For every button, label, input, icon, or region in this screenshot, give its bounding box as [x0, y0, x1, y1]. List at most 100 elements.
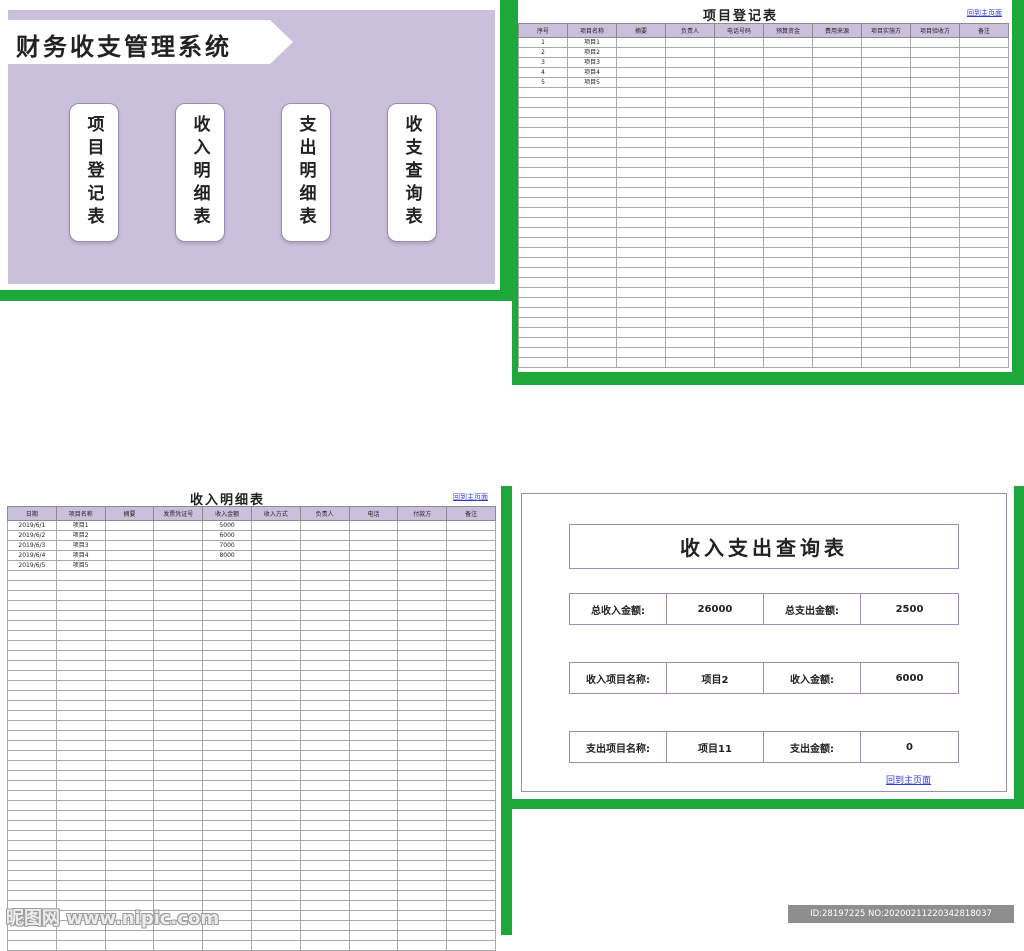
- table-cell[interactable]: [665, 347, 715, 358]
- table-cell[interactable]: [812, 297, 862, 308]
- table-cell[interactable]: [616, 307, 666, 318]
- table-cell[interactable]: [348, 770, 399, 781]
- table-cell[interactable]: [153, 940, 204, 951]
- table-cell[interactable]: [348, 760, 399, 771]
- table-cell[interactable]: [763, 177, 813, 188]
- table-cell[interactable]: [616, 317, 666, 328]
- table-cell[interactable]: [714, 97, 764, 108]
- table-cell[interactable]: [299, 600, 350, 611]
- table-cell[interactable]: [616, 217, 666, 228]
- table-cell[interactable]: 项目4: [55, 550, 106, 561]
- table-cell[interactable]: 项目5: [55, 560, 106, 571]
- table-cell[interactable]: [567, 157, 617, 168]
- table-cell[interactable]: [763, 317, 813, 328]
- table-cell[interactable]: [299, 650, 350, 661]
- table-cell[interactable]: 6000: [202, 530, 252, 541]
- table-cell[interactable]: [910, 207, 960, 218]
- table-cell[interactable]: [202, 710, 252, 721]
- table-cell[interactable]: [910, 337, 960, 348]
- table-cell[interactable]: 2019/6/1: [7, 520, 57, 531]
- table-cell[interactable]: [7, 610, 57, 621]
- table-cell[interactable]: [959, 117, 1009, 128]
- table-cell[interactable]: 2019/6/3: [7, 540, 57, 551]
- table-cell[interactable]: [665, 127, 715, 138]
- table-cell[interactable]: 项目3: [567, 57, 617, 68]
- table-cell[interactable]: [763, 347, 813, 358]
- table-cell[interactable]: 2019/6/4: [7, 550, 57, 561]
- table-cell[interactable]: [665, 317, 715, 328]
- table-cell[interactable]: [348, 670, 399, 681]
- table-cell[interactable]: [812, 327, 862, 338]
- table-cell[interactable]: [665, 187, 715, 198]
- table-cell[interactable]: [567, 217, 617, 228]
- table-cell[interactable]: [446, 770, 496, 781]
- table-cell[interactable]: [567, 107, 617, 118]
- table-cell[interactable]: [104, 720, 155, 731]
- table-cell[interactable]: [616, 127, 666, 138]
- table-cell[interactable]: [348, 910, 399, 921]
- table-cell[interactable]: [250, 580, 301, 591]
- table-cell[interactable]: [397, 920, 448, 931]
- table-cell[interactable]: [202, 750, 252, 761]
- table-cell[interactable]: [202, 780, 252, 791]
- table-cell[interactable]: [910, 357, 960, 368]
- table-cell[interactable]: [446, 890, 496, 901]
- table-cell[interactable]: [55, 790, 106, 801]
- table-cell[interactable]: [763, 57, 813, 68]
- table-cell[interactable]: [7, 630, 57, 641]
- table-cell[interactable]: [616, 47, 666, 58]
- table-cell[interactable]: [616, 207, 666, 218]
- table-cell[interactable]: [7, 690, 57, 701]
- table-cell[interactable]: [202, 670, 252, 681]
- table-cell[interactable]: [616, 67, 666, 78]
- table-cell[interactable]: [299, 580, 350, 591]
- table-cell[interactable]: [250, 600, 301, 611]
- table-cell[interactable]: [910, 267, 960, 278]
- table-cell[interactable]: [348, 700, 399, 711]
- table-cell[interactable]: [665, 97, 715, 108]
- table-cell[interactable]: [714, 227, 764, 238]
- table-cell[interactable]: [299, 840, 350, 851]
- table-cell[interactable]: [861, 327, 911, 338]
- table-cell[interactable]: [567, 237, 617, 248]
- table-cell[interactable]: [959, 217, 1009, 228]
- table-cell[interactable]: [812, 187, 862, 198]
- table-cell[interactable]: [518, 157, 568, 168]
- table-cell[interactable]: 2019/6/2: [7, 530, 57, 541]
- table-cell[interactable]: [153, 630, 204, 641]
- table-cell[interactable]: [763, 127, 813, 138]
- table-cell[interactable]: [202, 770, 252, 781]
- table-cell[interactable]: [55, 820, 106, 831]
- table-cell[interactable]: [202, 610, 252, 621]
- table-cell[interactable]: [153, 770, 204, 781]
- table-cell[interactable]: [153, 720, 204, 731]
- table-cell[interactable]: [714, 117, 764, 128]
- table-cell[interactable]: [861, 237, 911, 248]
- table-cell[interactable]: [959, 227, 1009, 238]
- table-cell[interactable]: [299, 830, 350, 841]
- table-cell[interactable]: [299, 630, 350, 641]
- table-cell[interactable]: [348, 860, 399, 871]
- table-cell[interactable]: [348, 940, 399, 951]
- table-cell[interactable]: [665, 167, 715, 178]
- table-cell[interactable]: [250, 820, 301, 831]
- table-cell[interactable]: [202, 720, 252, 731]
- table-cell[interactable]: [202, 790, 252, 801]
- table-cell[interactable]: [250, 930, 301, 941]
- table-cell[interactable]: [518, 87, 568, 98]
- table-cell[interactable]: [397, 530, 448, 541]
- table-cell[interactable]: [812, 247, 862, 258]
- table-cell[interactable]: [518, 117, 568, 128]
- table-cell[interactable]: [250, 870, 301, 881]
- table-cell[interactable]: [7, 880, 57, 891]
- table-cell[interactable]: [446, 690, 496, 701]
- table-cell[interactable]: [616, 257, 666, 268]
- table-cell[interactable]: [763, 77, 813, 88]
- table-cell[interactable]: [959, 107, 1009, 118]
- table-cell[interactable]: [959, 187, 1009, 198]
- table-cell[interactable]: [763, 37, 813, 48]
- table-cell[interactable]: [763, 107, 813, 118]
- table-cell[interactable]: [910, 277, 960, 288]
- table-cell[interactable]: [446, 550, 496, 561]
- table-cell[interactable]: [714, 47, 764, 58]
